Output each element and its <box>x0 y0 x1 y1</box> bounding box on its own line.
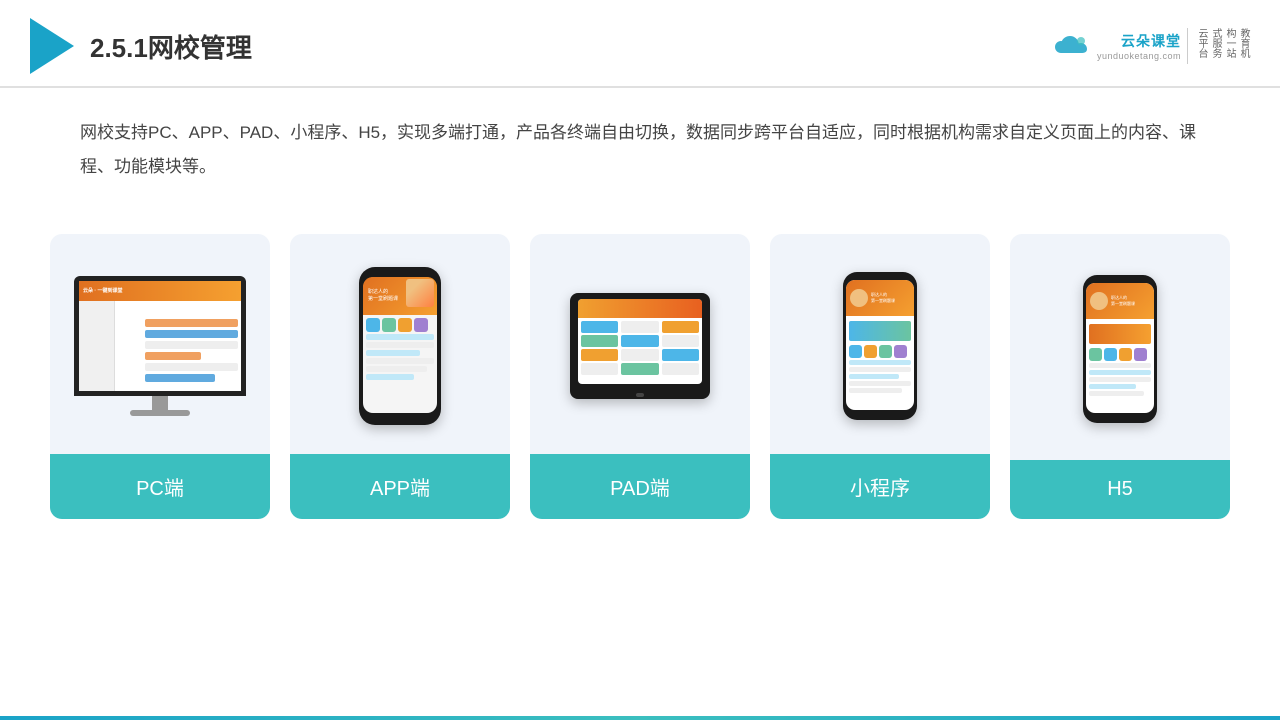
cards-container: 云朵 · 一键到课堂 <box>0 204 1280 519</box>
card-pc-label: PC端 <box>50 454 270 519</box>
brand-logo: 云朵课堂 yunduoketang.com 教育机构一站式服务云平台 <box>1049 28 1250 64</box>
card-h5: 职达人的第一堂刷题课 <box>1010 234 1230 519</box>
card-pc-image: 云朵 · 一键到课堂 <box>50 234 270 454</box>
card-miniprogram-image: 职达人的第一堂刷题课 <box>770 234 990 454</box>
page-title: 2.5.1网校管理 <box>90 28 252 65</box>
app-phone-icon: 职达人的第一堂刷题课 <box>359 267 441 425</box>
h5-phone-icon: 职达人的第一堂刷题课 <box>1083 275 1157 423</box>
card-app-label: APP端 <box>290 454 510 519</box>
pad-tablet-icon <box>570 293 710 399</box>
brand-text: 云朵课堂 yunduoketang.com <box>1097 31 1181 61</box>
card-h5-label: H5 <box>1010 460 1230 519</box>
card-pad-image <box>530 234 750 454</box>
card-pc: 云朵 · 一键到课堂 <box>50 234 270 519</box>
card-app-image: 职达人的第一堂刷题课 <box>290 234 510 454</box>
card-h5-image: 职达人的第一堂刷题课 <box>1010 234 1230 460</box>
card-app: 职达人的第一堂刷题课 <box>290 234 510 519</box>
brand-name: 云朵课堂 <box>1121 31 1181 51</box>
card-pad-label: PAD端 <box>530 454 750 519</box>
card-miniprogram-label: 小程序 <box>770 454 990 519</box>
pc-monitor-icon: 云朵 · 一键到课堂 <box>74 276 246 416</box>
card-pad: PAD端 <box>530 234 750 519</box>
brand-slogan: 教育机构一站式服务云平台 <box>1187 28 1250 64</box>
description-text: 网校支持PC、APP、PAD、小程序、H5，实现多端打通，产品各终端自由切换，数… <box>0 88 1280 194</box>
card-miniprogram: 职达人的第一堂刷题课 <box>770 234 990 519</box>
cloud-icon <box>1049 31 1091 61</box>
miniprogram-phone-icon: 职达人的第一堂刷题课 <box>843 272 917 420</box>
header: 2.5.1网校管理 云朵课堂 yunduoketang.com 教育机构一站式服… <box>0 0 1280 88</box>
header-left: 2.5.1网校管理 <box>30 18 252 74</box>
bottom-line <box>0 716 1280 720</box>
logo-triangle-icon <box>30 18 74 74</box>
brand-url: yunduoketang.com <box>1097 51 1181 61</box>
